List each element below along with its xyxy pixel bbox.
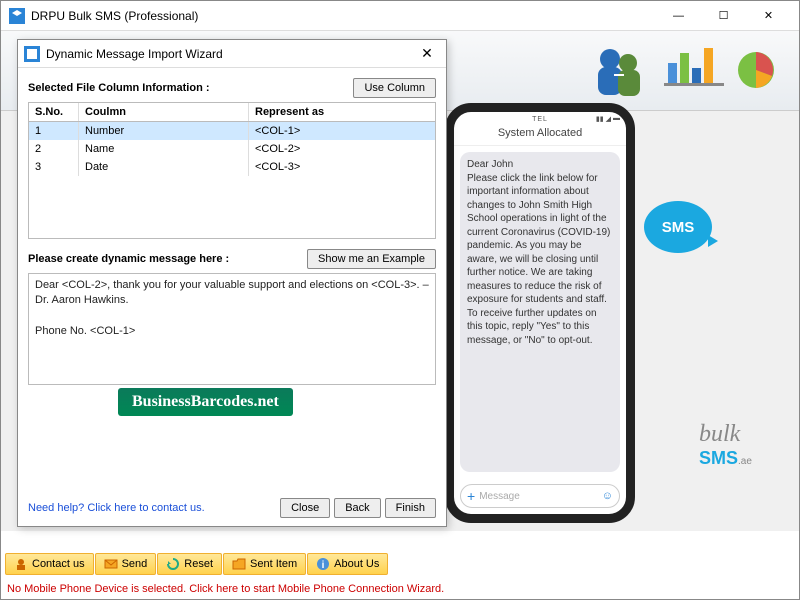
folder-icon	[232, 557, 246, 571]
back-button[interactable]: Back	[334, 498, 380, 518]
header-column: Coulmn	[79, 103, 249, 121]
use-column-button[interactable]: Use Column	[353, 78, 436, 98]
cell: Name	[79, 140, 249, 158]
pie-chart-icon	[734, 48, 779, 93]
contact-us-button[interactable]: Contact us	[5, 553, 94, 575]
cell: 2	[29, 140, 79, 158]
window-title: DRPU Bulk SMS (Professional)	[31, 9, 656, 23]
wifi-icon: ◢	[606, 115, 611, 123]
sms-badge: SMS	[644, 201, 719, 261]
contact-label: Contact us	[32, 558, 85, 570]
selected-file-label: Selected File Column Information :	[28, 82, 353, 94]
dialog-title: Dynamic Message Import Wizard	[46, 47, 414, 61]
send-label: Send	[122, 558, 148, 570]
close-dialog-button[interactable]: Close	[280, 498, 330, 518]
sms-text: SMS	[699, 448, 738, 468]
phone-message-bubble: Dear John Please click the link below fo…	[460, 152, 620, 472]
help-link[interactable]: Need help? Click here to contact us.	[28, 502, 205, 514]
ae-text: .ae	[738, 456, 752, 467]
sms-badge-text: SMS	[662, 219, 695, 236]
cell: <COL-2>	[249, 140, 435, 158]
bottom-toolbar: Contact us Send Reset Sent Item i About …	[5, 553, 388, 575]
show-example-button[interactable]: Show me an Example	[307, 249, 436, 269]
dialog-body: Selected File Column Information : Use C…	[18, 68, 446, 526]
window-controls: — ☐ ✕	[656, 2, 791, 30]
reset-button[interactable]: Reset	[157, 553, 222, 575]
watermark-badge: BusinessBarcodes.net	[118, 388, 293, 416]
cell: 3	[29, 158, 79, 176]
column-table: S.No. Coulmn Represent as 1 Number <COL-…	[28, 102, 436, 239]
cell: Date	[79, 158, 249, 176]
svg-text:i: i	[322, 560, 325, 571]
dialog-close-button[interactable]: ✕	[414, 45, 440, 62]
info-icon: i	[316, 557, 330, 571]
bar-chart-icon	[664, 43, 724, 98]
main-titlebar: DRPU Bulk SMS (Professional) — ☐ ✕	[1, 1, 799, 31]
reset-icon	[166, 557, 180, 571]
people-icon	[584, 41, 654, 101]
sent-item-button[interactable]: Sent Item	[223, 553, 306, 575]
dialog-footer: Need help? Click here to contact us. Clo…	[28, 498, 436, 518]
minimize-button[interactable]: —	[656, 2, 701, 30]
header-represent: Represent as	[249, 103, 435, 121]
phone-preview: TEL ▮▮ ◢ ▬ System Allocated Dear John Pl…	[445, 103, 635, 523]
table-header: S.No. Coulmn Represent as	[29, 103, 435, 122]
contact-icon	[14, 557, 28, 571]
emoji-icon[interactable]: ☺	[602, 490, 613, 502]
table-row[interactable]: 2 Name <COL-2>	[29, 140, 435, 158]
table-body: 1 Number <COL-1> 2 Name <COL-2> 3 Date <…	[29, 122, 435, 238]
phone-input-placeholder[interactable]: Message	[479, 491, 602, 502]
import-wizard-dialog: Dynamic Message Import Wizard ✕ Selected…	[17, 39, 447, 527]
cell: 1	[29, 122, 79, 140]
signal-icon: ▮▮	[596, 115, 604, 123]
sent-label: Sent Item	[250, 558, 297, 570]
battery-icon: ▬	[613, 115, 620, 123]
about-label: About Us	[334, 558, 379, 570]
header-sno: S.No.	[29, 103, 79, 121]
finish-button[interactable]: Finish	[385, 498, 436, 518]
phone-compose-bar: + Message ☺	[460, 484, 620, 508]
dynamic-message-textarea[interactable]: Dear <COL-2>, thank you for your valuabl…	[28, 273, 436, 385]
send-icon	[104, 557, 118, 571]
close-button[interactable]: ✕	[746, 2, 791, 30]
bulksms-logo: bulk SMS.ae	[699, 421, 789, 491]
status-bar[interactable]: No Mobile Phone Device is selected. Clic…	[7, 583, 444, 595]
send-button[interactable]: Send	[95, 553, 157, 575]
table-row[interactable]: 1 Number <COL-1>	[29, 122, 435, 140]
bulk-text: bulk	[699, 421, 789, 448]
reset-label: Reset	[184, 558, 213, 570]
phone-sender: System Allocated	[454, 123, 626, 146]
cell: <COL-3>	[249, 158, 435, 176]
cell: <COL-1>	[249, 122, 435, 140]
app-icon	[9, 8, 25, 24]
wizard-icon	[24, 46, 40, 62]
plus-icon[interactable]: +	[467, 488, 475, 504]
create-message-label: Please create dynamic message here :	[28, 253, 307, 265]
maximize-button[interactable]: ☐	[701, 2, 746, 30]
about-us-button[interactable]: i About Us	[307, 553, 388, 575]
table-row[interactable]: 3 Date <COL-3>	[29, 158, 435, 176]
dialog-titlebar: Dynamic Message Import Wizard ✕	[18, 40, 446, 68]
cell: Number	[79, 122, 249, 140]
